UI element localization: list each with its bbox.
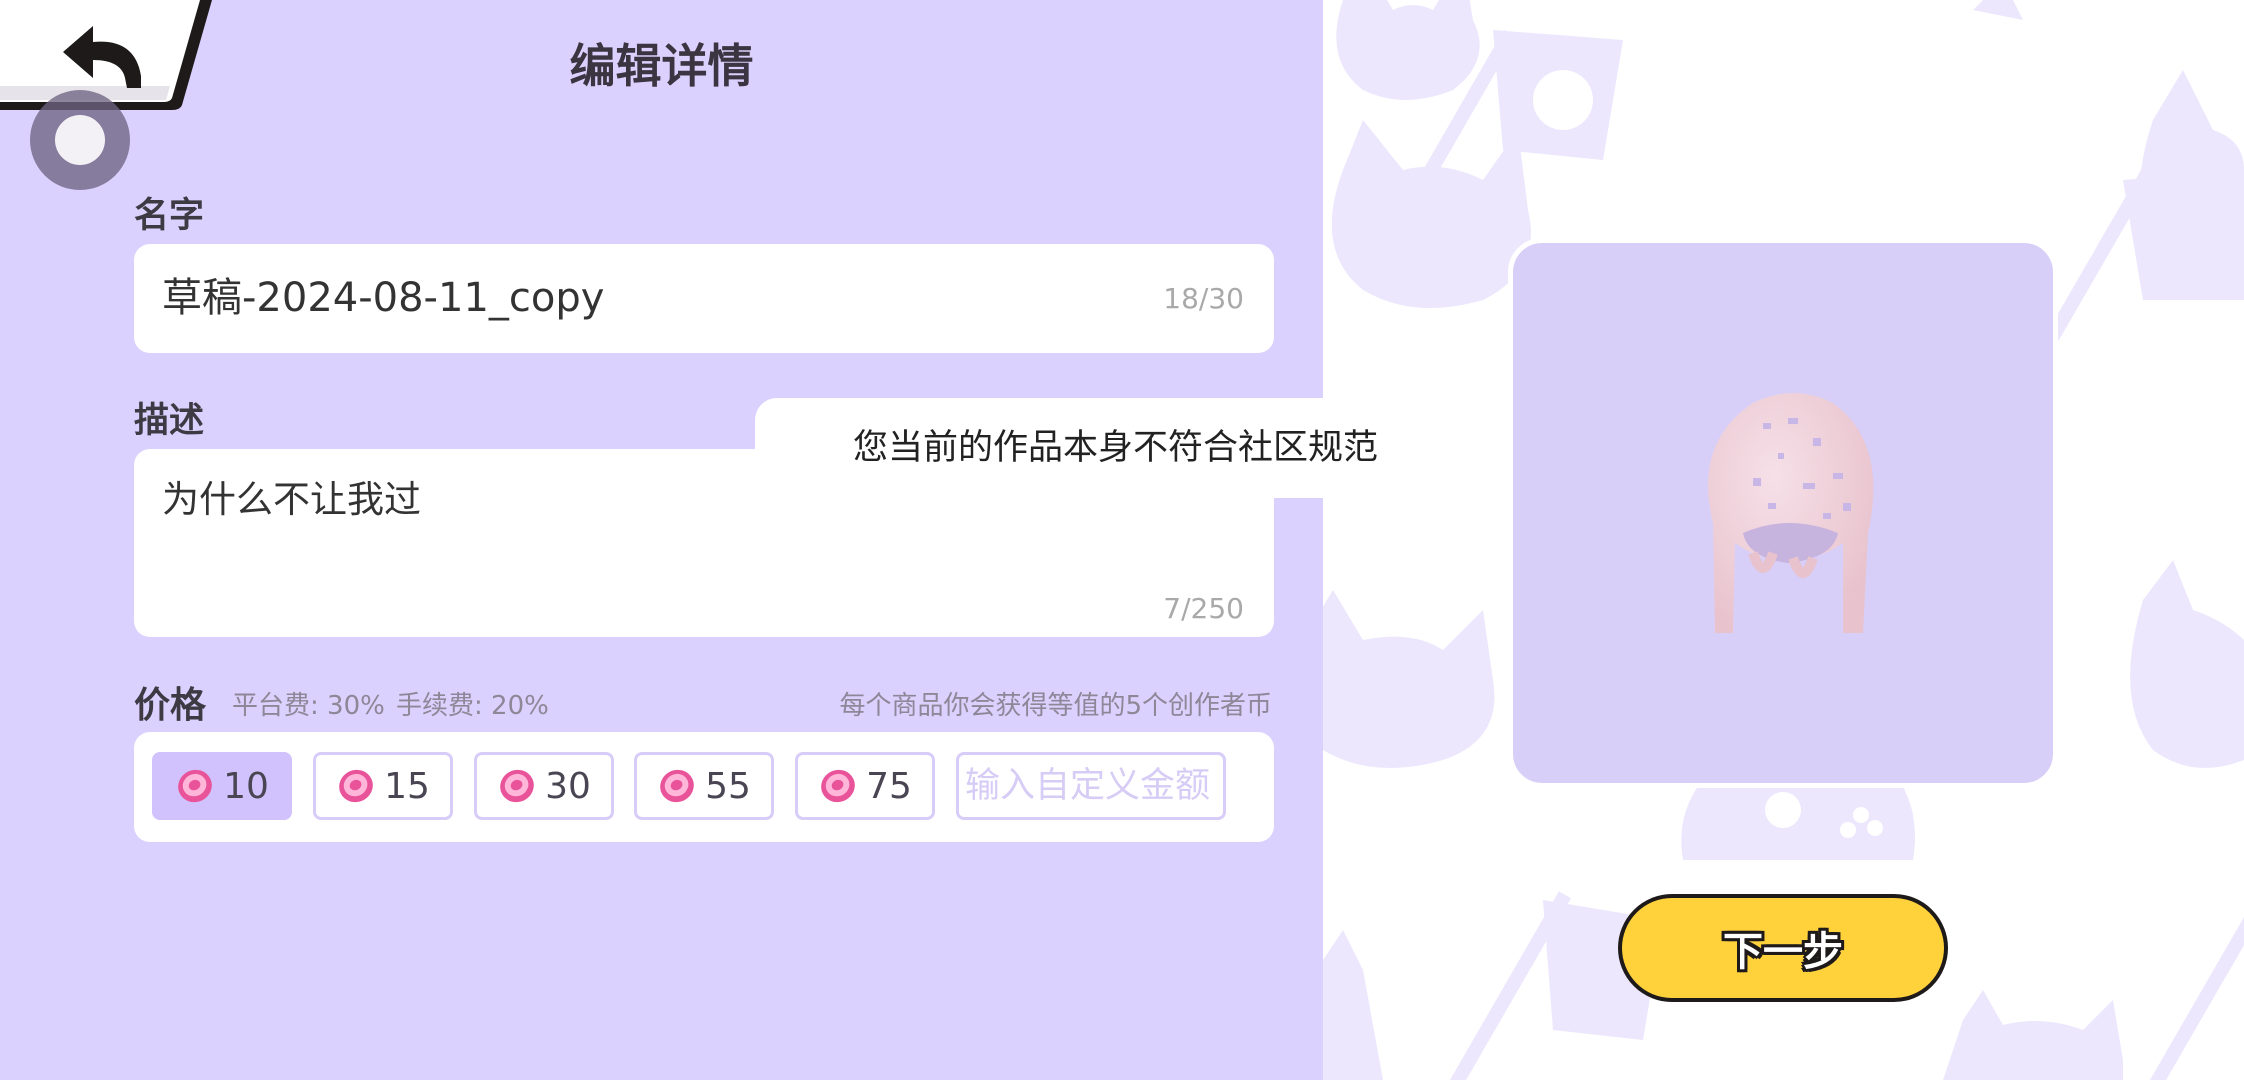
platform-fee: 平台费: 30% <box>232 691 385 721</box>
next-step-button[interactable]: 下一步 <box>1618 894 1948 1002</box>
price-options: 10 15 30 55 75 输入自定义金额 <box>134 732 1274 842</box>
price-option-10[interactable]: 10 <box>152 752 292 820</box>
coin-icon <box>821 769 855 803</box>
name-value[interactable]: 草稿-2024-08-11_copy <box>162 244 604 353</box>
name-field[interactable]: 草稿-2024-08-11_copy 18/30 <box>134 244 1274 353</box>
edit-panel: 编辑详情 名字 草稿-2024-08-11_copy 18/30 描述 为什么不… <box>0 0 1323 1080</box>
floating-assist-button[interactable] <box>30 90 130 190</box>
hair-model-preview <box>1708 393 1874 633</box>
toast-message: 您当前的作品本身不符合社区规范 <box>853 428 1379 468</box>
coin-icon <box>660 769 694 803</box>
service-fee: 手续费: 20% <box>396 691 549 721</box>
description-char-counter: 7/250 <box>1163 592 1244 625</box>
coin-icon <box>500 769 534 803</box>
custom-price-input[interactable] <box>956 752 1226 820</box>
price-option-value: 30 <box>545 765 591 807</box>
coin-icon <box>178 769 212 803</box>
toast-notification: 您当前的作品本身不符合社区规范 <box>755 398 1395 498</box>
price-option-value: 15 <box>384 765 430 807</box>
earn-hint: 每个商品你会获得等值的5个创作者币 <box>839 691 1272 721</box>
price-option-30[interactable]: 30 <box>474 752 614 820</box>
name-label: 名字 <box>134 196 205 236</box>
name-char-counter: 18/30 <box>1163 282 1244 315</box>
coin-icon <box>339 769 373 803</box>
price-label: 价格 <box>134 685 207 726</box>
item-preview <box>1508 238 2058 788</box>
price-option-value: 75 <box>866 765 912 807</box>
price-option-value: 10 <box>223 765 269 807</box>
description-value[interactable]: 为什么不让我过 <box>162 469 421 523</box>
price-option-55[interactable]: 55 <box>634 752 774 820</box>
page-title: 编辑详情 <box>569 39 754 93</box>
price-option-75[interactable]: 75 <box>795 752 935 820</box>
price-option-15[interactable]: 15 <box>313 752 453 820</box>
price-option-value: 55 <box>705 765 751 807</box>
description-label: 描述 <box>134 401 205 441</box>
